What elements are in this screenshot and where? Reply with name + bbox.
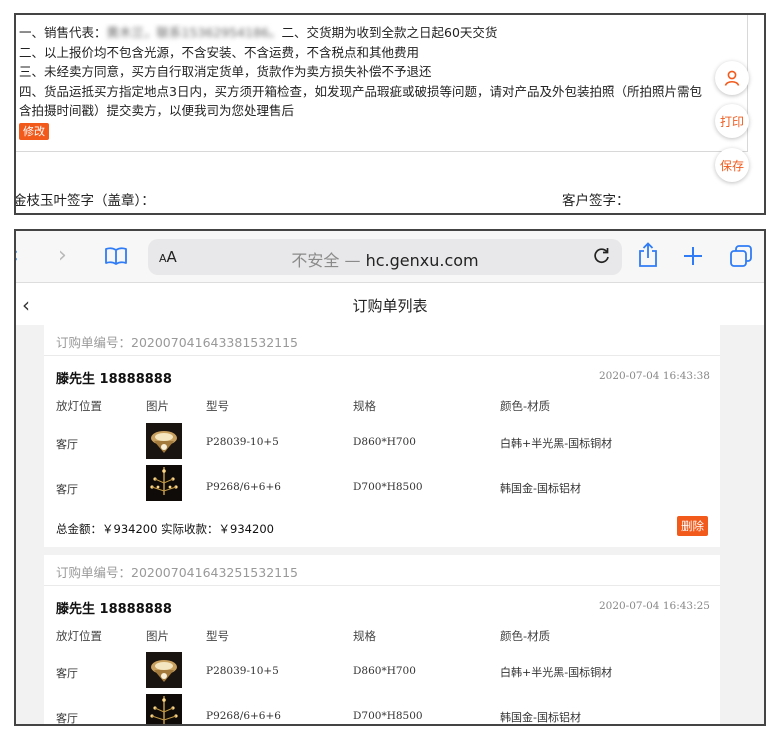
chandelier-image xyxy=(146,465,182,501)
back-chevron-icon[interactable]: ‹ xyxy=(16,245,19,267)
order-totals: 总金额：￥934200 实际收款：￥934200 xyxy=(56,522,274,536)
delete-button[interactable]: 删除 xyxy=(677,516,708,536)
customer-name: 滕先生 18888888 xyxy=(56,602,172,617)
contract-terms-panel: 一、销售代表：黄木兰，联系15362954186。二、交货期为收到全款之日起60… xyxy=(14,13,766,215)
chandelier-image xyxy=(146,423,182,459)
cell-spec: D860*H700 xyxy=(353,436,416,448)
user-icon xyxy=(724,70,740,86)
app-header: ‹ 订购单列表 xyxy=(16,283,764,325)
cell-model: P9268/6+6+6 xyxy=(206,481,281,493)
terms-line-5: 含拍摄时间戳）提交卖方，以便我司为您处理售后 xyxy=(19,103,295,118)
cell-color: 白韩+半光黑-国标铜材 xyxy=(500,666,613,679)
terms-line-3: 三、未经卖方同意，买方自行取消定货单，货款作为卖方损失补偿不予退还 xyxy=(19,64,432,79)
cell-location: 客厅 xyxy=(56,483,78,496)
url-text: 不安全 — hc.genxu.com xyxy=(291,251,479,270)
new-tab-icon[interactable] xyxy=(683,246,703,266)
order-number: 订购单编号：20200704164338153211​5 xyxy=(56,335,299,350)
bookmarks-icon[interactable] xyxy=(104,246,128,266)
browser-screenshot-panel: ‹ › AA 不安全 — hc.genxu.com ‹ 订购单列表 xyxy=(14,229,766,726)
forward-chevron-icon[interactable]: › xyxy=(58,245,67,267)
redacted-sales-contact: 黄木兰，联系15362954186。 xyxy=(106,25,282,40)
order-number: 订购单编号：20200704164325153211​5 xyxy=(56,565,299,580)
cell-spec: D700*H8500 xyxy=(353,481,423,493)
cell-color: 白韩+半光黑-国标铜材 xyxy=(500,437,613,450)
cell-color: 韩国金-国标铝材 xyxy=(500,711,581,724)
column-header: 颜色-材质 xyxy=(500,399,551,413)
divider xyxy=(16,151,748,152)
column-header: 放灯位置 xyxy=(56,399,102,413)
user-button[interactable] xyxy=(715,61,749,95)
share-icon[interactable] xyxy=(637,242,659,268)
terms-line-1: 一、销售代表：黄木兰，联系15362954186。二、交货期为收到全款之日起60… xyxy=(19,25,498,40)
order-card: 订购单编号：20200704164325153211​5 滕先生 1888888… xyxy=(44,555,720,725)
save-button[interactable]: 保存 xyxy=(715,148,749,182)
browser-toolbar: ‹ › AA 不安全 — hc.genxu.com xyxy=(16,231,764,283)
column-header: 规格 xyxy=(353,629,376,643)
column-header: 图片 xyxy=(146,629,169,643)
column-header: 规格 xyxy=(353,399,376,413)
divider xyxy=(44,585,720,586)
address-bar[interactable]: AA 不安全 — hc.genxu.com xyxy=(148,239,622,275)
order-time: 2020-07-04 16:43:38 xyxy=(598,370,710,382)
terms-line-2: 二、以上报价均不包含光源，不含安装、不含运费，不含税点和其他费用 xyxy=(19,44,420,60)
chandelier-image xyxy=(146,652,182,688)
page-title: 订购单列表 xyxy=(352,297,428,315)
cell-model: P28039-10+5 xyxy=(206,665,279,677)
cell-color: 韩国金-国标铝材 xyxy=(500,482,581,495)
column-header: 型号 xyxy=(206,629,229,643)
cell-model: P9268/6+6+6 xyxy=(206,710,281,722)
cell-location: 客厅 xyxy=(56,667,78,680)
tabs-overview-icon[interactable] xyxy=(729,244,753,268)
cell-location: 客厅 xyxy=(56,438,78,451)
cell-spec: D700*H8500 xyxy=(353,710,423,722)
column-header: 放灯位置 xyxy=(56,629,102,643)
terms-text: 一、销售代表：黄木兰，联系15362954186。二、交货期为收到全款之日起60… xyxy=(19,23,724,140)
customer-name: 滕先生 18888888 xyxy=(56,372,172,387)
divider xyxy=(44,355,720,356)
cell-location: 客厅 xyxy=(56,712,78,725)
print-button[interactable]: 打印 xyxy=(715,104,749,138)
terms-line-4: 四、货品运抵买方指定地点3日内，买方须开箱检查，如发现产品瑕疵或破损等问题，请对… xyxy=(19,83,702,99)
chandelier-image xyxy=(146,694,182,724)
customer-signature-label: 客户签字： xyxy=(562,193,630,209)
order-card: 订购单编号：20200704164338153211​5 滕先生 1888888… xyxy=(44,325,720,547)
column-header: 图片 xyxy=(146,399,169,413)
cell-spec: D860*H700 xyxy=(353,665,416,677)
edit-button[interactable]: 修改 xyxy=(19,122,49,140)
seller-signature-label: 金枝玉叶签字（盖章）： xyxy=(14,193,155,209)
order-time: 2020-07-04 16:43:25 xyxy=(598,600,710,612)
column-header: 颜色-材质 xyxy=(500,629,551,643)
column-header: 型号 xyxy=(206,399,229,413)
reload-icon[interactable] xyxy=(592,246,612,266)
cell-model: P28039-10+5 xyxy=(206,436,279,448)
